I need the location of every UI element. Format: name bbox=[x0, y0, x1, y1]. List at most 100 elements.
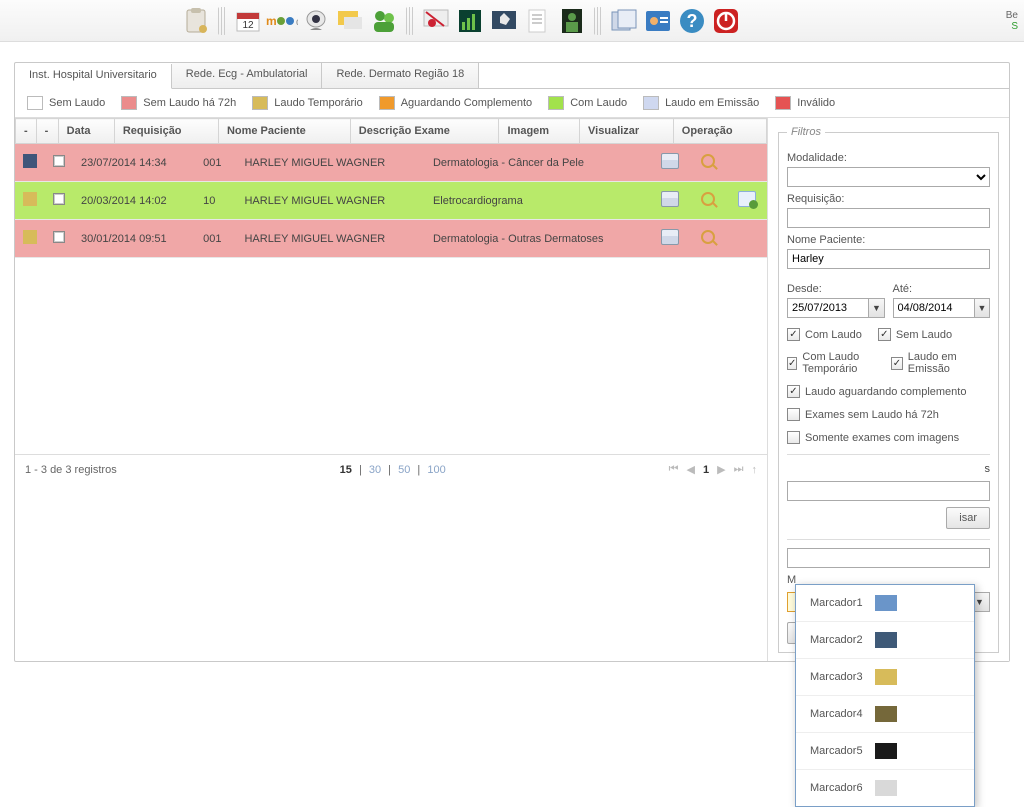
operation-icon[interactable] bbox=[738, 191, 756, 207]
trailing-s: s bbox=[985, 463, 991, 475]
page-size-30[interactable]: 30 bbox=[365, 464, 385, 476]
calendar-icon[interactable]: 12 bbox=[232, 5, 264, 37]
col-check[interactable]: - bbox=[36, 119, 58, 144]
label-ate: Até: bbox=[893, 283, 991, 295]
people-icon[interactable] bbox=[368, 5, 400, 37]
first-page-icon[interactable]: ⏮ bbox=[669, 463, 679, 476]
input-extra-1[interactable] bbox=[787, 481, 990, 501]
user-info: Be S bbox=[1006, 10, 1018, 32]
cell-descricao: Dermatologia - Câncer da Pele bbox=[425, 144, 649, 182]
separator-icon bbox=[594, 7, 602, 35]
row-checkbox[interactable] bbox=[53, 155, 65, 167]
label-com-laudo: Com Laudo bbox=[805, 329, 862, 341]
filters-panel: Filtros Modalidade: Requisição: Nome Pac… bbox=[767, 118, 1009, 661]
pager-nav: ⏮ ◀ 1 ▶ ⏭ ↑ bbox=[669, 463, 757, 476]
legend-emissao: Laudo em Emissão bbox=[665, 97, 759, 109]
current-page: 1 bbox=[703, 464, 709, 476]
input-desde[interactable] bbox=[787, 298, 869, 318]
legend-temp: Laudo Temporário bbox=[274, 97, 362, 109]
swatch-emissao bbox=[643, 96, 659, 110]
label-requisicao: Requisição: bbox=[787, 193, 990, 205]
page-size-15[interactable]: 15 bbox=[336, 464, 356, 476]
doc-icon[interactable] bbox=[522, 5, 554, 37]
legend: Sem Laudo Sem Laudo há 72h Laudo Temporá… bbox=[15, 89, 1009, 118]
teacher-icon[interactable] bbox=[420, 5, 452, 37]
marker-label: Marcador1 bbox=[810, 597, 863, 609]
webcam-icon[interactable] bbox=[300, 5, 332, 37]
image-icon[interactable] bbox=[661, 153, 679, 169]
table-row[interactable]: 23/07/2014 14:34001HARLEY MIGUEL WAGNERD… bbox=[15, 144, 767, 182]
desde-dropdown-icon[interactable]: ▼ bbox=[869, 298, 884, 318]
next-page-icon[interactable]: ▶ bbox=[717, 463, 725, 476]
tab-inst-hospital[interactable]: Inst. Hospital Universitario bbox=[15, 64, 172, 89]
hand-icon[interactable] bbox=[488, 5, 520, 37]
page-size-50[interactable]: 50 bbox=[394, 464, 414, 476]
row-checkbox[interactable] bbox=[53, 193, 65, 205]
table-row[interactable]: 30/01/2014 09:51001HARLEY MIGUEL WAGNERD… bbox=[15, 220, 767, 258]
magnifier-icon[interactable] bbox=[701, 192, 715, 206]
marker-swatch-3 bbox=[875, 669, 897, 685]
help-icon[interactable]: ? bbox=[676, 5, 708, 37]
marker-option-6[interactable]: Marcador6 bbox=[796, 770, 974, 806]
magnifier-icon[interactable] bbox=[701, 154, 715, 168]
swatch-invalido bbox=[775, 96, 791, 110]
checkbox-somente-img[interactable] bbox=[787, 431, 800, 444]
search-button[interactable]: isar bbox=[946, 507, 990, 529]
label-modalidade: Modalidade: bbox=[787, 152, 990, 164]
input-ate[interactable] bbox=[893, 298, 975, 318]
swatch-sem-72h bbox=[121, 96, 137, 110]
tab-rede-ecg[interactable]: Rede. Ecg - Ambulatorial bbox=[172, 63, 323, 88]
checkbox-com-temp[interactable]: ✓ bbox=[787, 357, 797, 370]
checkbox-aguardando[interactable]: ✓ bbox=[787, 385, 800, 398]
col-data[interactable]: Data bbox=[58, 119, 114, 144]
magnifier-icon[interactable] bbox=[701, 230, 715, 244]
cell-nome: HARLEY MIGUEL WAGNER bbox=[236, 182, 424, 220]
checkbox-com-laudo[interactable]: ✓ bbox=[787, 328, 800, 341]
marker-option-1[interactable]: Marcador1 bbox=[796, 585, 974, 622]
col-descricao[interactable]: Descrição Exame bbox=[350, 119, 499, 144]
col-operacao[interactable]: Operação bbox=[673, 119, 766, 144]
person-icon[interactable] bbox=[556, 5, 588, 37]
cell-nome: HARLEY MIGUEL WAGNER bbox=[236, 144, 424, 182]
marker-option-2[interactable]: Marcador2 bbox=[796, 622, 974, 659]
image-icon[interactable] bbox=[661, 191, 679, 207]
cell-descricao: Dermatologia - Outras Dermatoses bbox=[425, 220, 649, 258]
id-icon[interactable] bbox=[642, 5, 674, 37]
refresh-icon[interactable]: ↑ bbox=[752, 464, 758, 476]
col-imagem[interactable]: Imagem bbox=[499, 119, 580, 144]
windows-icon[interactable] bbox=[608, 5, 640, 37]
label-somente-img: Somente exames com imagens bbox=[805, 432, 959, 444]
prev-page-icon[interactable]: ◀ bbox=[687, 463, 695, 476]
legend-sem-laudo: Sem Laudo bbox=[49, 97, 105, 109]
table-row[interactable]: 20/03/2014 14:0210HARLEY MIGUEL WAGNEREl… bbox=[15, 182, 767, 220]
input-extra-2[interactable] bbox=[787, 548, 990, 568]
col-visualizar[interactable]: Visualizar bbox=[580, 119, 674, 144]
checkbox-sem-72h[interactable] bbox=[787, 408, 800, 421]
page-sizes: 15 | 30 | 50 | 100 bbox=[127, 464, 659, 476]
tab-rede-dermato[interactable]: Rede. Dermato Região 18 bbox=[322, 63, 479, 88]
clipboard-icon[interactable] bbox=[180, 5, 212, 37]
checkbox-laudo-emissao[interactable]: ✓ bbox=[891, 357, 903, 370]
row-checkbox[interactable] bbox=[53, 231, 65, 243]
marker-option-3[interactable]: Marcador3 bbox=[796, 659, 974, 696]
legend-aguardando: Aguardando Complemento bbox=[401, 97, 532, 109]
page-size-100[interactable]: 100 bbox=[423, 464, 449, 476]
ate-dropdown-icon[interactable]: ▼ bbox=[975, 298, 990, 318]
moodle-icon[interactable]: m dle bbox=[266, 5, 298, 37]
input-requisicao[interactable] bbox=[787, 208, 990, 228]
chat-icon[interactable] bbox=[334, 5, 366, 37]
col-nome[interactable]: Nome Paciente bbox=[218, 119, 350, 144]
col-marker[interactable]: - bbox=[16, 119, 37, 144]
checkbox-sem-laudo[interactable]: ✓ bbox=[878, 328, 891, 341]
select-modalidade[interactable] bbox=[787, 167, 990, 187]
last-page-icon[interactable]: ⏭ bbox=[734, 463, 744, 476]
marker-option-4[interactable]: Marcador4 bbox=[796, 696, 974, 733]
svg-text:m: m bbox=[266, 14, 277, 28]
stats-icon[interactable] bbox=[454, 5, 486, 37]
svg-text:dle: dle bbox=[296, 17, 298, 28]
image-icon[interactable] bbox=[661, 229, 679, 245]
power-icon[interactable] bbox=[710, 5, 742, 37]
marker-option-5[interactable]: Marcador5 bbox=[796, 733, 974, 770]
input-nome-paciente[interactable] bbox=[787, 249, 990, 269]
col-requisicao[interactable]: Requisição bbox=[114, 119, 218, 144]
